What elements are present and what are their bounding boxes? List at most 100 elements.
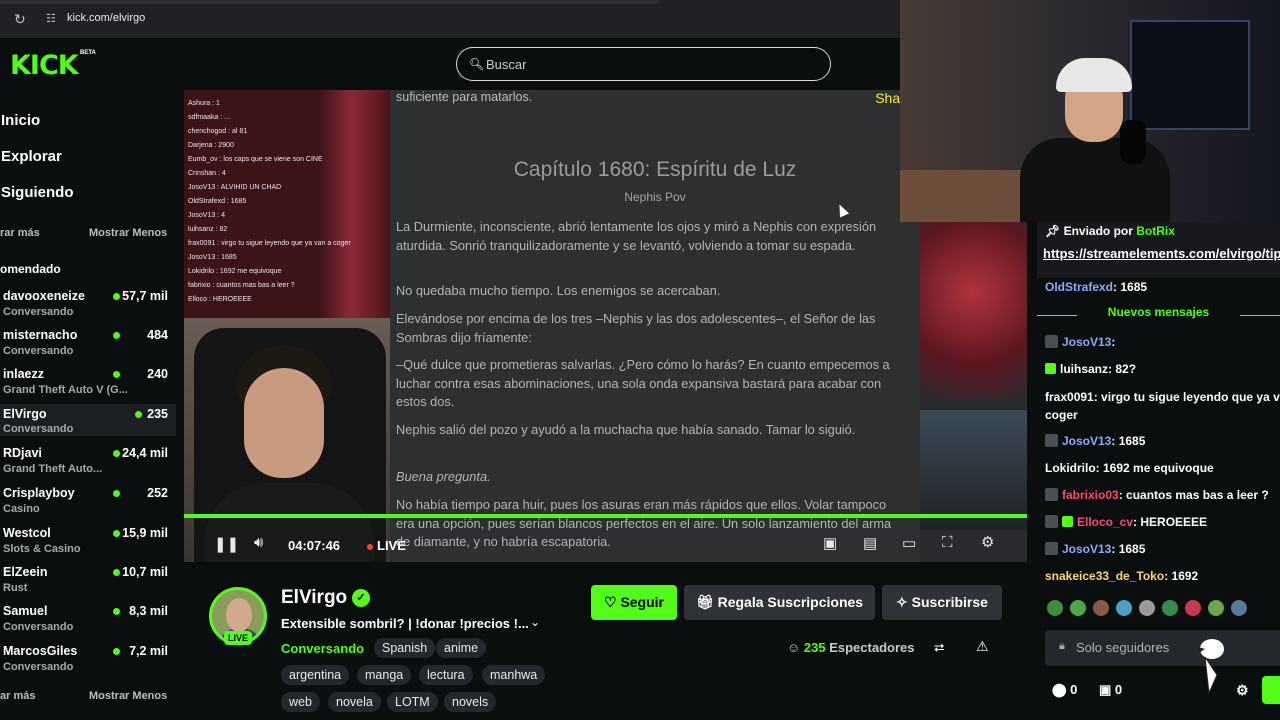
channel-name: Samuel	[3, 604, 48, 618]
channel-name: misternacho	[3, 328, 78, 342]
chat-user[interactable]: luihsanz	[1060, 362, 1108, 376]
show-less-link[interactable]: Mostrar Menos	[89, 227, 167, 239]
tag[interactable]: argentina	[281, 665, 350, 685]
theater-mode-icon[interactable]: ▭	[902, 534, 916, 552]
shop-counter[interactable]: ▣ 0	[1099, 682, 1122, 698]
pinned-link[interactable]: https://streamelements.com/elvirgo/tip	[1043, 246, 1280, 261]
emote-icon[interactable]	[1116, 600, 1132, 616]
chat-message: fabrixio03: cuantos mas bas a leer ?	[1045, 488, 1269, 502]
sidebar-channel[interactable]: Westcol Slots & Casino 15,9 mil	[0, 526, 176, 562]
channel-name: ElZeein	[3, 565, 48, 579]
beta-label: BETA	[80, 50, 96, 56]
emote-bar	[1047, 600, 1280, 624]
volume-icon[interactable]: 🔊︎	[254, 534, 263, 551]
novel-text-top: suficiente para matarlos.	[396, 90, 533, 104]
sidebar-channel[interactable]: MarcosGiles Conversando 7,2 mil	[0, 644, 176, 680]
nav-following[interactable]: Siguiendo	[1, 184, 74, 201]
user-badge-icon	[1045, 542, 1058, 555]
pinned-header: 📌︎ Enviado por BotRix	[1045, 224, 1175, 238]
sidebar-channel[interactable]: misternacho Conversando 484	[0, 328, 176, 364]
chat-message: JosoV13: 1685	[1045, 434, 1145, 448]
show-more-link[interactable]: rar más	[0, 227, 40, 239]
chat-input[interactable]: 🔒︎ Solo seguidores	[1045, 630, 1280, 666]
chat-user[interactable]: OldStrafexd	[1045, 280, 1113, 294]
channel-viewers: 235	[147, 407, 168, 421]
show-less-link-bottom[interactable]: Mostrar Menos	[89, 690, 167, 702]
channel-category: Grand Theft Auto...	[3, 463, 103, 475]
live-dot	[113, 450, 120, 457]
gift-subs-button[interactable]: 🎁︎ Regala Suscripciones	[684, 585, 875, 620]
tag[interactable]: lectura	[419, 665, 473, 685]
fullscreen-icon[interactable]: ⛶	[942, 534, 953, 551]
chat-user[interactable]: snakeice33_de_Toko	[1045, 569, 1164, 583]
settings-gear-icon[interactable]: ⚙	[981, 533, 994, 551]
overlay-chat-line: Eumb_ov : los caps que se viene son CINE	[188, 156, 323, 163]
emote-icon[interactable]	[1139, 600, 1155, 616]
chevron-down-icon[interactable]: ⌄	[530, 615, 540, 629]
clip-icon[interactable]: ▤	[863, 534, 877, 552]
site-header: KICK BETA 🔍︎ Buscar	[0, 38, 900, 90]
address-bar[interactable]: kick.com/elvirgo	[67, 12, 145, 24]
channel-name: Crisplayboy	[3, 486, 75, 500]
live-dot	[135, 411, 142, 418]
subscribe-label: Suscribirse	[911, 594, 988, 610]
live-badge: LIVE	[224, 631, 252, 645]
tag[interactable]: Spanish	[374, 638, 436, 658]
follow-button[interactable]: ♡ Seguir	[591, 585, 677, 620]
chat-user[interactable]: Lokidrilo	[1045, 461, 1096, 475]
chat-user[interactable]: fabrixio03	[1062, 488, 1119, 502]
tag[interactable]: manga	[357, 665, 412, 685]
send-chat-button[interactable]	[1262, 676, 1280, 704]
chat-user[interactable]: JosoV13	[1062, 542, 1111, 556]
overlay-chat-line: Darjena : 2900	[188, 142, 234, 149]
tag[interactable]: manhwa	[482, 665, 546, 685]
channel-viewers: 240	[147, 367, 168, 381]
points-counter[interactable]: ⬤ 0	[1052, 682, 1077, 698]
chat-user[interactable]: Elloco_cv	[1077, 515, 1133, 529]
chat-user[interactable]: JosoV13	[1062, 434, 1111, 448]
emote-icon[interactable]	[1185, 600, 1201, 616]
sidebar-channel[interactable]: ElZeein Rust 10,7 mil	[0, 565, 176, 601]
warning-icon[interactable]: ⚠	[976, 638, 989, 655]
tag[interactable]: anime	[436, 638, 487, 658]
chat-user[interactable]: frax0091	[1045, 390, 1094, 404]
tag[interactable]: novela	[328, 692, 381, 712]
sidebar-channel[interactable]: RDjavi Grand Theft Auto... 24,4 mil	[0, 446, 176, 482]
sidebar-channel[interactable]: Samuel Conversando 8,3 mil	[0, 604, 176, 640]
streamer-name[interactable]: ElVirgo	[281, 587, 347, 609]
channel-name: MarcosGiles	[3, 644, 78, 658]
emote-icon[interactable]	[1070, 600, 1086, 616]
viewer-label: Espectadores	[829, 640, 915, 655]
nav-explore[interactable]: Explorar	[1, 148, 62, 165]
search-input[interactable]: 🔍︎ Buscar	[456, 47, 831, 81]
sidebar-channel[interactable]: Crisplayboy Casino 252	[0, 486, 176, 522]
emote-icon[interactable]	[1162, 600, 1178, 616]
emote-icon[interactable]	[1093, 600, 1109, 616]
emote-icon[interactable]	[1231, 600, 1247, 616]
nav-home[interactable]: Inicio	[1, 112, 40, 129]
channel-viewers: 7,2 mil	[129, 644, 168, 658]
emote-icon[interactable]	[1208, 600, 1224, 616]
sidebar-channel-active[interactable]: ElVirgo Conversando 235	[0, 404, 176, 436]
miniplayer-icon[interactable]: ▣	[823, 534, 837, 552]
tune-icon[interactable]: ☷	[46, 12, 60, 26]
tag[interactable]: novels	[444, 692, 497, 712]
sidebar-channel[interactable]: inlaezz Grand Theft Auto V (G... 240	[0, 367, 176, 403]
chat-settings-gear-icon[interactable]: ⚙	[1236, 682, 1249, 699]
emote-icon[interactable]	[1047, 600, 1063, 616]
channel-category: Conversando	[3, 423, 74, 435]
reload-icon[interactable]: ↻	[14, 11, 30, 27]
channel-name: Westcol	[3, 526, 51, 540]
novel-paragraph: No quedaba mucho tiempo. Los enemigos se…	[396, 283, 721, 298]
share-icon[interactable]: ⮂	[934, 640, 944, 656]
tag[interactable]: web	[281, 692, 320, 712]
stream-category[interactable]: Conversando	[281, 641, 364, 656]
kick-logo[interactable]: KICK	[10, 50, 79, 81]
new-messages-divider[interactable]: Nuevos mensajes	[1037, 305, 1280, 325]
show-more-link-bottom[interactable]: ar más	[0, 690, 35, 702]
chat-user[interactable]: JosoV13	[1062, 335, 1111, 349]
subscribe-button[interactable]: ✧ Suscribirse	[882, 585, 1002, 620]
pause-icon[interactable]: ❚❚	[214, 535, 239, 553]
tag[interactable]: LOTM	[387, 692, 438, 712]
sidebar-channel[interactable]: davooxeneize Conversando 57,7 mil	[0, 289, 176, 325]
